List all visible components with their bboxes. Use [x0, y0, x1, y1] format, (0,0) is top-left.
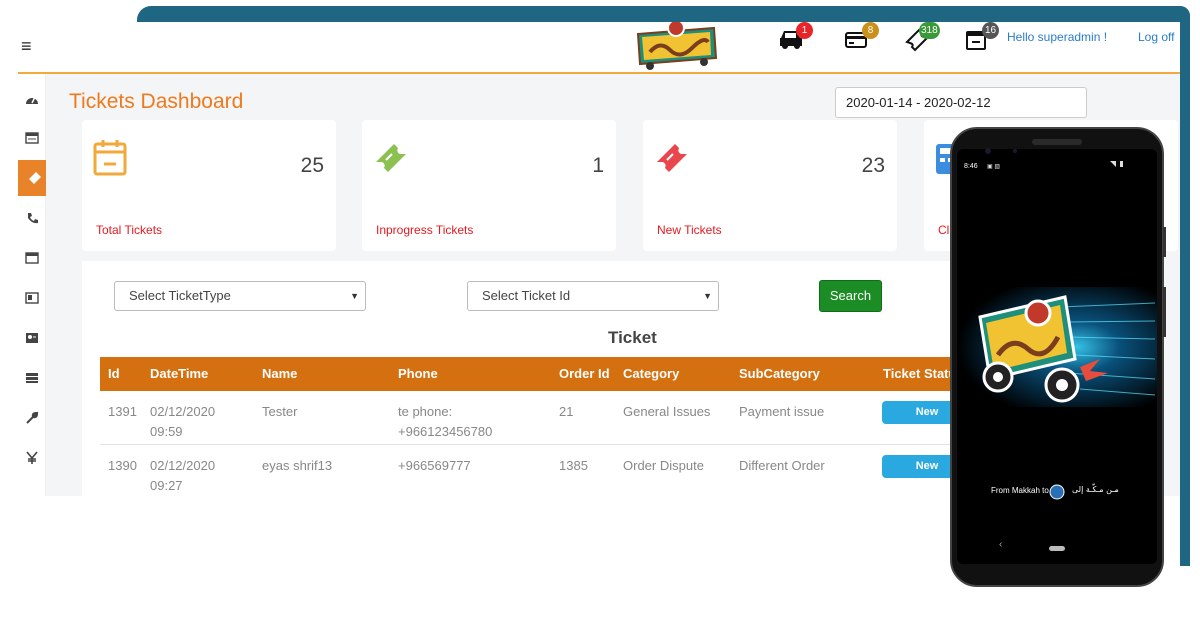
- cell-order-id: 1385: [559, 458, 588, 473]
- search-button[interactable]: Search: [819, 280, 882, 312]
- dropdown-arrow-icon: ▼: [703, 291, 712, 301]
- card-label: Inprogress Tickets: [376, 223, 474, 237]
- select-value: Select Ticket Id: [482, 288, 571, 303]
- sidebar-item-phone[interactable]: [18, 200, 46, 236]
- wrench-icon: [26, 411, 39, 424]
- sidebar-item-contacts[interactable]: [18, 320, 46, 356]
- splash-tagline-ar: مـن مـكّـة إلى: [1072, 485, 1119, 494]
- notification-badge: 8: [862, 22, 879, 39]
- cell-id: 1390: [108, 458, 137, 473]
- select-value: Select TicketType: [129, 288, 231, 303]
- column-header: Category: [623, 366, 680, 381]
- contact-card-icon: [26, 333, 38, 343]
- id-card-icon: [25, 292, 39, 304]
- sidebar-item-currency[interactable]: [18, 440, 46, 476]
- ticket-icon: [657, 144, 687, 172]
- calendar-icon: [93, 140, 127, 176]
- card-count: 23: [861, 154, 885, 177]
- column-header: Phone: [398, 366, 438, 381]
- top-navbar: ≡ 1 8 318 16 Hello superadmin ! Log off: [18, 22, 1180, 74]
- cell-phone: te phone: +966123456780: [398, 402, 492, 442]
- window-frame-top: [137, 6, 1190, 22]
- sidebar: [18, 74, 51, 496]
- sidebar-item-window[interactable]: [18, 240, 46, 276]
- card-inprogress-tickets[interactable]: 1 Inprogress Tickets: [362, 120, 616, 251]
- ticket-icon: [28, 172, 41, 184]
- sidebar-item-dashboard[interactable]: [18, 82, 46, 118]
- column-header: Id: [108, 366, 120, 381]
- cell-subcategory: Different Order: [739, 458, 825, 473]
- list-window-icon: [25, 132, 39, 144]
- notification-badge: 16: [982, 22, 999, 39]
- window-frame-right: [1180, 6, 1190, 566]
- card-count: 1: [592, 154, 604, 177]
- card-new-tickets[interactable]: 23 New Tickets: [643, 120, 897, 251]
- user-greeting-link[interactable]: Hello superadmin !: [1007, 30, 1107, 44]
- cell-phone-line2: +966123456780: [398, 424, 493, 439]
- cell-date: 02/12/2020: [150, 404, 216, 419]
- card-label: Cl: [938, 223, 950, 237]
- date-range-picker[interactable]: 2020-01-14 - 2020-02-12: [835, 87, 1087, 118]
- server-icon: [26, 373, 38, 383]
- table-row[interactable]: 1390 02/12/2020 09:27 eyas shrif13 +9665…: [100, 445, 982, 496]
- column-header: Order Id: [559, 366, 610, 381]
- cell-id: 1391: [108, 404, 137, 419]
- cell-category: Order Dispute: [623, 458, 704, 473]
- cell-order-id: 21: [559, 404, 574, 419]
- cell-datetime: 02/12/2020 09:59: [150, 402, 215, 442]
- phone-mockup: 8:46 ▣ ▧ From Makkah to مـن مـكّـة إلى ‹: [950, 127, 1166, 588]
- ticket-icon: [376, 144, 406, 172]
- cell-name: eyas shrif13: [262, 458, 333, 473]
- cell-category: General Issues: [623, 404, 711, 419]
- hamburger-menu-icon[interactable]: ≡: [21, 36, 32, 57]
- cell-time: 09:59: [150, 424, 183, 439]
- cell-datetime: 02/12/2020 09:27: [150, 456, 215, 496]
- cell-name: Tester: [262, 404, 298, 419]
- column-header: DateTime: [150, 366, 209, 381]
- cell-phone: +966569777: [398, 456, 471, 476]
- cell-phone-line1: +966569777: [398, 458, 471, 473]
- sidebar-item-list[interactable]: [18, 120, 46, 156]
- sidebar-item-media[interactable]: [18, 280, 46, 316]
- brand-logo: [636, 22, 718, 70]
- back-nav-icon[interactable]: ‹: [999, 539, 1002, 550]
- notification-badge: 1: [796, 22, 813, 39]
- cell-subcategory: Payment issue: [739, 404, 825, 419]
- notification-badge: 318: [919, 22, 940, 39]
- cell-date: 02/12/2020: [150, 458, 216, 473]
- card-count: 25: [300, 154, 324, 177]
- ticket-type-select[interactable]: Select TicketType ▼: [114, 281, 366, 311]
- splash-tagline-en: From Makkah to: [991, 486, 1049, 495]
- yen-icon: [26, 451, 38, 464]
- cell-phone-line1: te phone:: [398, 404, 453, 419]
- notification-calendar[interactable]: 16: [964, 22, 1004, 62]
- table-title: Ticket: [608, 328, 657, 347]
- column-header: Name: [262, 366, 298, 381]
- window-icon: [25, 252, 39, 264]
- phone-icon: [27, 212, 38, 223]
- tickets-panel: Select TicketType ▼ Select Ticket Id ▼ S…: [82, 261, 982, 496]
- notification-card[interactable]: 8: [844, 22, 884, 62]
- status-bar-time: 8:46: [964, 163, 978, 170]
- table-header: Id DateTime Name Phone Order Id Category…: [100, 357, 982, 391]
- notification-ticket[interactable]: 318: [905, 22, 945, 62]
- dropdown-arrow-icon: ▼: [350, 291, 359, 301]
- cell-time: 09:27: [150, 478, 183, 493]
- notification-car[interactable]: 1: [778, 22, 818, 62]
- column-header: SubCategory: [739, 366, 820, 381]
- table-row[interactable]: 1391 02/12/2020 09:59 Tester te phone: +…: [100, 391, 982, 445]
- status-bar-icons: ▣ ▧: [987, 164, 1001, 170]
- phone-body: [950, 127, 1166, 587]
- logoff-link[interactable]: Log off: [1138, 30, 1174, 44]
- sidebar-item-tools[interactable]: [18, 400, 46, 436]
- card-label: New Tickets: [657, 223, 722, 237]
- ticket-id-select[interactable]: Select Ticket Id ▼: [467, 281, 719, 311]
- sidebar-item-servers[interactable]: [18, 360, 46, 396]
- card-total-tickets[interactable]: 25 Total Tickets: [82, 120, 336, 251]
- page-title: Tickets Dashboard: [69, 90, 244, 113]
- card-label: Total Tickets: [96, 223, 163, 237]
- dashboard-gauge-icon: [26, 96, 38, 104]
